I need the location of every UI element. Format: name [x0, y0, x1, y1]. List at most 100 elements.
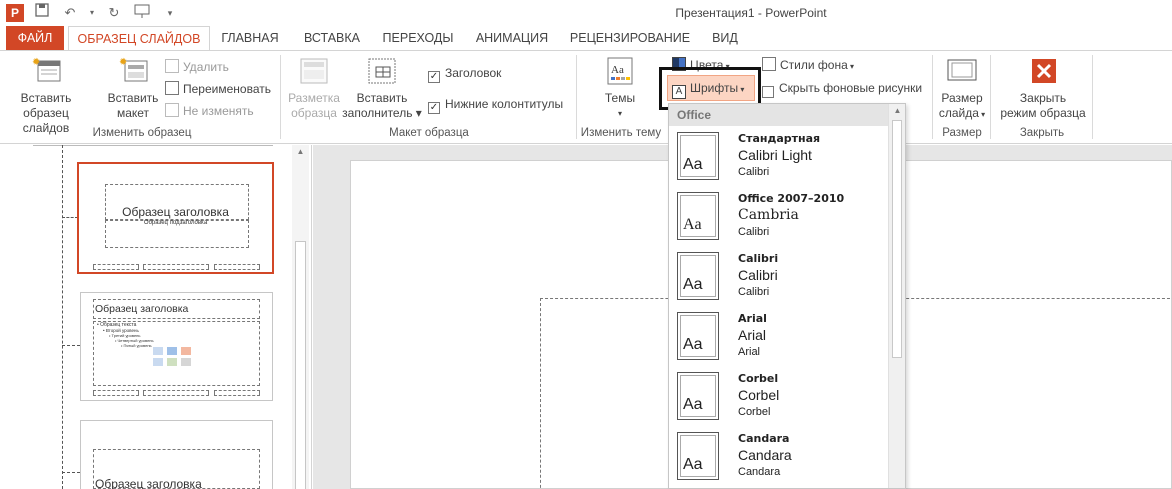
- title-checkbox-box: ✓: [428, 71, 440, 83]
- font-option-heading: Candara: [738, 447, 792, 463]
- ribbon-tabs: ФАЙЛ ОБРАЗЕЦ СЛАЙДОВ ГЛАВНАЯ ВСТАВКА ПЕР…: [0, 26, 1172, 51]
- rename-button[interactable]: Переименовать: [165, 79, 271, 99]
- font-option-corbel[interactable]: Aa Corbel Corbel Corbel: [669, 367, 889, 427]
- font-option-body: Calibri: [738, 166, 770, 178]
- font-preview-tile: Aa: [677, 312, 719, 360]
- font-option-heading: Calibri Light: [738, 147, 812, 163]
- font-preview-glyph: Aa: [683, 276, 703, 293]
- insert-layout-icon: ✹: [119, 57, 148, 82]
- tab-slide-master[interactable]: ОБРАЗЕЦ СЛАЙДОВ: [68, 26, 210, 51]
- thumbnails-scrollbar[interactable]: ▲: [292, 145, 309, 489]
- window-title: Презентация1 - PowerPoint: [675, 6, 827, 20]
- scroll-up-icon[interactable]: ▲: [292, 145, 309, 159]
- tab-home[interactable]: ГЛАВНАЯ: [214, 26, 286, 50]
- slide-size-button[interactable]: Размер слайда ▾: [936, 55, 988, 122]
- layout-thumbnail-title-content[interactable]: Образец заголовка • Образец текста • Вто…: [80, 292, 273, 401]
- delete-icon: [165, 59, 179, 73]
- font-preview-glyph: Aa: [683, 396, 703, 413]
- background-styles-dropdown-icon: ▾: [847, 62, 855, 71]
- font-preview-tile: Aa: [677, 132, 719, 180]
- font-option-calibri[interactable]: Aa Calibri Calibri Calibri: [669, 247, 889, 307]
- thumbnail-subtitle-text: Образец подзаголовка: [143, 220, 208, 226]
- slide-thumbnails-pane[interactable]: Образец заголовка Образец подзаголовка О…: [0, 145, 312, 489]
- hide-background-checkbox[interactable]: ✓ Скрыть фоновые рисунки: [762, 78, 922, 98]
- tab-insert[interactable]: ВСТАВКА: [296, 26, 368, 50]
- thumbnail-title-text: Образец заголовка: [95, 477, 202, 489]
- master-layout-button[interactable]: Разметка образца: [286, 55, 342, 121]
- insert-slide-master-button[interactable]: ✹ Вставить образец слайдов: [10, 55, 82, 136]
- title-bar: P ↶ ▾ ↻ ▾ Презентация1 - PowerPoint: [0, 0, 1172, 26]
- footer-placeholder: [143, 264, 209, 270]
- fonts-dropdown-gallery[interactable]: Office Aa Стандартная Calibri Light Cali…: [668, 103, 906, 489]
- close-icon: [1032, 59, 1056, 83]
- font-option-candara[interactable]: Aa Candara Candara Candara: [669, 427, 889, 487]
- ribbon-separator: [280, 55, 281, 139]
- delete-button[interactable]: Удалить: [165, 57, 229, 77]
- group-label-edit-theme: Изменить тему: [580, 127, 662, 139]
- tab-animations[interactable]: АНИМАЦИЯ: [468, 26, 556, 50]
- thumbnail-divider: [33, 145, 273, 146]
- fonts-gallery-header: Office: [669, 104, 889, 126]
- footers-checkbox[interactable]: ✓ Нижние колонтитулы: [428, 94, 563, 114]
- tab-transitions[interactable]: ПЕРЕХОДЫ: [378, 26, 458, 50]
- ribbon-separator: [990, 55, 991, 139]
- scrollbar-thumb[interactable]: [295, 241, 306, 489]
- background-styles-label: Стили фона: [780, 58, 848, 72]
- master-layout-icon: [300, 58, 328, 84]
- footer-placeholder: [214, 390, 260, 396]
- master-layout-label-2: образца: [291, 106, 337, 120]
- group-label-edit-master: Изменить образец: [92, 127, 192, 139]
- footer-placeholder: [214, 264, 260, 270]
- insert-placeholder-button[interactable]: Вставить заполнитель ▾: [342, 55, 422, 121]
- thumbnail-title-text: Образец заголовка: [95, 303, 189, 315]
- scroll-up-icon[interactable]: ▲: [889, 104, 905, 118]
- group-label-size: Размер: [942, 127, 982, 139]
- layout-thumbnail-section-header[interactable]: Образец заголовка: [80, 420, 273, 489]
- themes-dropdown-icon: ▾: [617, 109, 622, 118]
- preserve-label: Не изменять: [183, 104, 254, 118]
- font-preview-tile: Aa: [677, 432, 719, 480]
- group-label-close: Закрыть: [1019, 127, 1065, 139]
- insert-layout-label-2: макет: [116, 106, 150, 120]
- rename-icon: [165, 81, 179, 95]
- slide-size-label-2: слайда ▾: [936, 106, 988, 122]
- font-preview-glyph: Aa: [683, 456, 703, 473]
- footers-checkbox-label: Нижние колонтитулы: [445, 97, 564, 111]
- insert-placeholder-icon: [368, 58, 396, 84]
- ribbon-separator: [932, 55, 933, 139]
- layout-connector: [62, 472, 80, 473]
- font-preview-tile: Aa: [677, 252, 719, 300]
- group-label-master-layout: Макет образца: [389, 127, 469, 139]
- font-option-heading: Cambria: [738, 207, 799, 223]
- font-option-name: Arial: [738, 312, 767, 325]
- scrollbar-thumb[interactable]: [892, 120, 902, 358]
- insert-layout-button[interactable]: ✹ Вставить макет: [104, 55, 162, 121]
- preserve-button[interactable]: Не изменять: [165, 101, 254, 121]
- slide-size-dropdown-icon: ▾: [978, 110, 986, 119]
- themes-button[interactable]: Aa Темы ▾: [590, 55, 650, 121]
- font-option-body: Candara: [738, 466, 781, 478]
- title-checkbox[interactable]: ✓ Заголовок: [428, 63, 501, 83]
- insert-slide-master-icon: ✹: [32, 57, 61, 82]
- svg-text:Aa: Aa: [611, 64, 624, 76]
- font-option-office-2007-2010[interactable]: Aa Office 2007–2010 Cambria Calibri: [669, 187, 889, 247]
- font-option-name: Office 2007–2010: [738, 192, 845, 205]
- layout-connector-line: [62, 145, 63, 489]
- font-option-name: Corbel: [738, 372, 779, 385]
- layout-thumbnail-title[interactable]: Образец заголовка Образец подзаголовка: [77, 162, 274, 274]
- thumbnail-title-text: Образец заголовка: [122, 205, 229, 219]
- font-option-arial[interactable]: Aa Arial Arial Arial: [669, 307, 889, 367]
- tab-view[interactable]: ВИД: [704, 26, 746, 50]
- ribbon: ✹ Вставить образец слайдов ✹ Вставить ма…: [0, 50, 1172, 144]
- svg-text:✹: ✹: [32, 57, 40, 68]
- background-styles-button[interactable]: Стили фона ▾: [762, 55, 854, 75]
- close-master-view-button[interactable]: Закрыть режим образца: [996, 55, 1090, 121]
- fonts-gallery-scrollbar[interactable]: ▲: [888, 104, 905, 488]
- font-option-standard[interactable]: Aa Стандартная Calibri Light Calibri: [669, 127, 889, 187]
- font-preview-glyph: Aa: [683, 216, 702, 233]
- themes-icon: Aa: [607, 57, 633, 85]
- font-option-body: Calibri: [738, 286, 770, 298]
- tab-review[interactable]: РЕЦЕНЗИРОВАНИЕ: [566, 26, 694, 50]
- close-master-label-1: Закрыть: [1019, 91, 1067, 105]
- tab-file[interactable]: ФАЙЛ: [6, 26, 64, 50]
